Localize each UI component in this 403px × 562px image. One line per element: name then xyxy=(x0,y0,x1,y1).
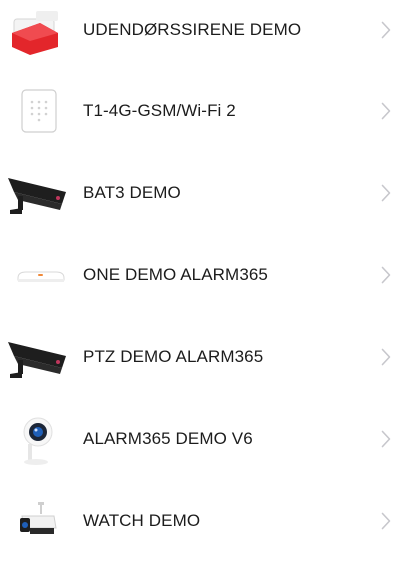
device-row-alarm365-demo-v6[interactable]: ALARM365 DEMO V6 xyxy=(0,398,403,480)
device-row-one-demo-alarm365[interactable]: ONE DEMO ALARM365 xyxy=(0,234,403,316)
chevron-right-icon xyxy=(375,152,403,234)
outdoor-camera-icon xyxy=(0,480,82,562)
chevron-right-icon xyxy=(375,70,403,152)
device-row-udendorssirene-demo[interactable]: UDENDØRSSIRENE DEMO xyxy=(0,0,403,71)
device-label: ONE DEMO ALARM365 xyxy=(83,265,268,284)
device-row-bat3-demo[interactable]: BAT3 DEMO xyxy=(0,152,403,234)
security-camera-icon xyxy=(0,316,82,398)
chevron-right-icon xyxy=(375,234,403,316)
device-label: BAT3 DEMO xyxy=(83,183,181,202)
device-label: WATCH DEMO xyxy=(83,511,201,530)
chevron-right-icon xyxy=(375,480,403,562)
device-label: UDENDØRSSIRENE DEMO xyxy=(83,20,302,39)
chevron-right-icon xyxy=(375,316,403,398)
device-label: PTZ DEMO ALARM365 xyxy=(83,347,264,366)
indoor-camera-icon xyxy=(0,398,82,480)
security-camera-icon xyxy=(0,152,82,234)
siren-icon xyxy=(0,0,82,71)
device-row-ptz-demo-alarm365[interactable]: PTZ DEMO ALARM365 xyxy=(0,316,403,398)
device-label: T1-4G-GSM/Wi-Fi 2 xyxy=(83,101,236,120)
device-list: UDENDØRSSIRENE DEMO T1-4G-GSM/Wi-Fi 2 BA… xyxy=(0,0,403,538)
keypad-panel-icon xyxy=(0,70,82,152)
alarm-hub-icon xyxy=(0,234,82,316)
chevron-right-icon xyxy=(375,0,403,71)
device-row-t1-4g-gsm-wifi-2[interactable]: T1-4G-GSM/Wi-Fi 2 xyxy=(0,70,403,152)
device-label: ALARM365 DEMO V6 xyxy=(83,429,253,448)
chevron-right-icon xyxy=(375,398,403,480)
device-row-watch-demo[interactable]: WATCH DEMO xyxy=(0,480,403,562)
